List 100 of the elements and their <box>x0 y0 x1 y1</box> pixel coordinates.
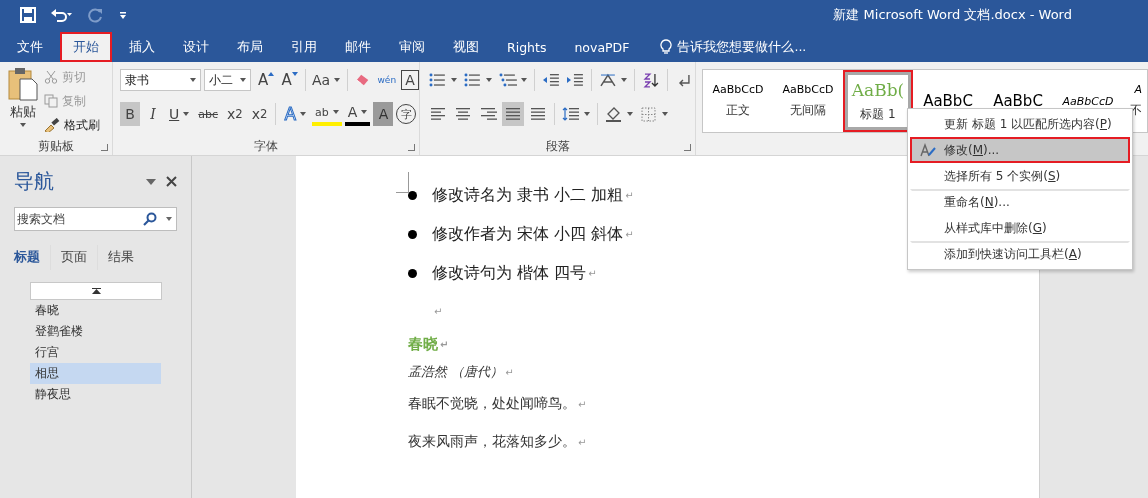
search-field[interactable]: 搜索文档 <box>14 207 177 231</box>
margin-mark <box>396 172 409 193</box>
font-name-field[interactable]: 隶书 <box>120 69 201 91</box>
caret-icon[interactable] <box>450 78 457 82</box>
italic-button[interactable]: I <box>143 102 163 126</box>
caret-icon[interactable] <box>627 112 633 116</box>
save-icon[interactable] <box>20 7 36 23</box>
ribbon-tab[interactable]: 审阅 <box>388 32 436 62</box>
style-item[interactable]: AaBbCcD 无间隔 <box>773 70 843 132</box>
font-name-value: 隶书 <box>125 71 149 89</box>
heading-item[interactable]: 登鹳雀楼 <box>30 321 161 342</box>
underline-button[interactable]: U <box>166 102 193 126</box>
indent-icon <box>566 72 585 88</box>
font-size-value: 小二 <box>208 71 233 89</box>
scissors-icon <box>44 70 58 84</box>
style-item[interactable]: AaBbCcD 正文 <box>703 70 773 132</box>
dialog-launcher-icon[interactable] <box>408 144 415 151</box>
window-title: 新建 Microsoft Word 文档.docx - Word <box>833 6 1072 24</box>
shading-button[interactable]: A <box>373 102 394 126</box>
collapse-icon <box>91 287 101 295</box>
caret-icon[interactable] <box>334 78 341 82</box>
justify-icon <box>504 106 522 122</box>
outdent-icon <box>541 72 560 88</box>
ribbon-tab[interactable]: novaPDF <box>563 32 641 62</box>
dialog-launcher-icon[interactable] <box>101 144 108 151</box>
menu-item[interactable]: 更新 标题 1 以匹配所选内容(P) <box>910 111 1130 137</box>
ribbon-tab[interactable]: 插入 <box>118 32 166 62</box>
phonetic-button[interactable]: wén <box>375 68 398 92</box>
caret-icon[interactable] <box>584 112 590 116</box>
tell-me-field[interactable]: 告诉我您想要做什么... <box>660 32 807 62</box>
paragraph-mark: ↵ <box>505 366 514 378</box>
paste-button[interactable]: 粘贴 <box>6 67 40 137</box>
ribbon-tab[interactable]: 设计 <box>172 32 220 62</box>
dropdown-icon[interactable] <box>166 217 172 221</box>
pane-tab[interactable]: 标题 <box>14 245 51 270</box>
left-icon <box>429 106 447 122</box>
caret-icon[interactable] <box>332 110 339 114</box>
document-text: 春晓 <box>408 334 438 354</box>
menu-item[interactable]: 从样式库中删除(G) <box>910 215 1130 241</box>
heading-item[interactable]: 静夜思 <box>30 384 161 405</box>
ribbon-tab[interactable]: 视图 <box>442 32 490 62</box>
paragraph-mark: ↵ <box>434 305 443 317</box>
boxed-button[interactable]: A <box>401 70 419 90</box>
bullet-icon <box>408 191 417 200</box>
shrink-button[interactable]: A <box>279 68 300 92</box>
case-button[interactable]: Aa <box>310 68 342 92</box>
ribbon-tab[interactable]: 邮件 <box>334 32 382 62</box>
bullets-icon <box>429 72 447 88</box>
ribbon-tab[interactable]: 引用 <box>280 32 328 62</box>
bullet-icon <box>408 269 417 278</box>
highlight-button[interactable]: ab <box>312 102 342 126</box>
grow-button[interactable]: A <box>255 68 277 92</box>
caret-icon[interactable] <box>20 123 26 127</box>
numbering-icon <box>463 72 482 88</box>
right-icon <box>479 106 497 122</box>
ribbon-tab[interactable]: Rights <box>496 32 558 62</box>
caret-icon[interactable] <box>183 112 190 116</box>
customize-icon[interactable] <box>118 10 128 20</box>
strike-button[interactable]: abc <box>195 102 222 126</box>
caret-icon[interactable] <box>621 78 628 82</box>
triangle-icon <box>268 72 275 76</box>
caret-icon[interactable] <box>189 78 196 82</box>
pane-tab[interactable]: 页面 <box>51 245 98 270</box>
paragraph-mark: ↵ <box>588 268 597 279</box>
caret-icon[interactable] <box>361 110 368 114</box>
heading-item[interactable]: 相思 <box>30 363 161 384</box>
undo-icon[interactable] <box>50 7 74 23</box>
heading-item[interactable]: 行宫 <box>30 342 161 363</box>
ribbon-tab[interactable]: 文件 <box>6 32 54 62</box>
caret-icon[interactable] <box>662 112 668 116</box>
menu-item[interactable]: 选择所有 5 个实例(S) <box>910 163 1130 189</box>
document-text: 修改诗名为 隶书 小二 加粗 <box>432 185 624 206</box>
menu-item[interactable]: 添加到快速访问工具栏(A) <box>910 241 1130 267</box>
caret-icon[interactable] <box>520 78 527 82</box>
text-button[interactable]: B <box>120 102 140 126</box>
ribbon-tab[interactable]: 开始 <box>60 32 112 62</box>
search-icon[interactable] <box>143 212 157 226</box>
menu-item[interactable]: 重命名(N)... <box>910 189 1130 215</box>
caret-icon[interactable] <box>300 112 307 116</box>
paintbrush-icon <box>44 118 60 132</box>
painter-button[interactable]: 格式刷 <box>44 115 100 135</box>
document-text: 夜来风雨声，花落知多少。 <box>408 433 576 451</box>
pane-tab[interactable]: 结果 <box>98 245 144 270</box>
paragraph-mark: ↵ <box>578 398 587 410</box>
document-text: 春眠不觉晓，处处闻啼鸟。 <box>408 395 576 413</box>
ribbon-tab[interactable]: 布局 <box>226 32 274 62</box>
menu-item[interactable]: 修改(M)... <box>910 137 1130 163</box>
document-text: 修改作者为 宋体 小四 斜体 <box>432 224 624 245</box>
justify-button[interactable] <box>502 102 524 126</box>
close-icon[interactable] <box>166 176 177 187</box>
dropdown-icon[interactable] <box>146 178 156 185</box>
document-text: 修改诗句为 楷体 四号 <box>432 263 587 284</box>
group-label: 字体 <box>254 137 278 155</box>
caret-icon[interactable] <box>485 78 492 82</box>
heading-item[interactable]: 春晓 <box>30 300 161 321</box>
caret-icon[interactable] <box>239 78 246 82</box>
bullet-icon <box>408 230 417 239</box>
font-size-field[interactable]: 小二 <box>203 69 251 91</box>
tell-me-placeholder: 告诉我您想要做什么... <box>677 38 807 56</box>
dialog-launcher-icon[interactable] <box>684 144 691 151</box>
